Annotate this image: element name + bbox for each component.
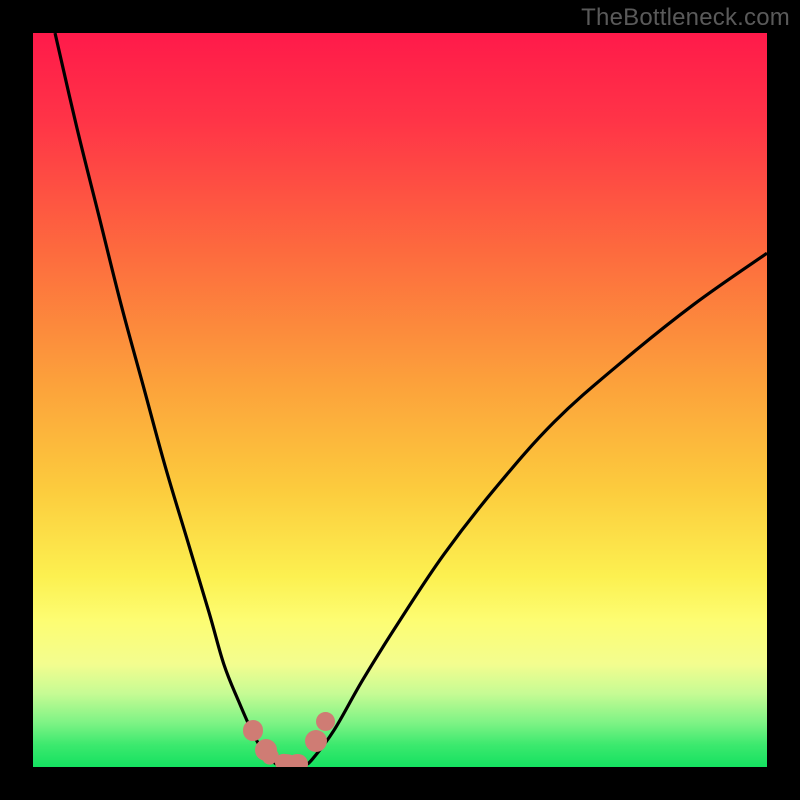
chart-marker-dot [287, 754, 308, 767]
chart-markers [33, 33, 767, 767]
chart-plot-area [33, 33, 767, 767]
chart-marker-dot [316, 712, 335, 731]
chart-marker-dot [305, 730, 327, 752]
chart-marker-dot [243, 720, 264, 741]
watermark-text: TheBottleneck.com [581, 4, 790, 32]
